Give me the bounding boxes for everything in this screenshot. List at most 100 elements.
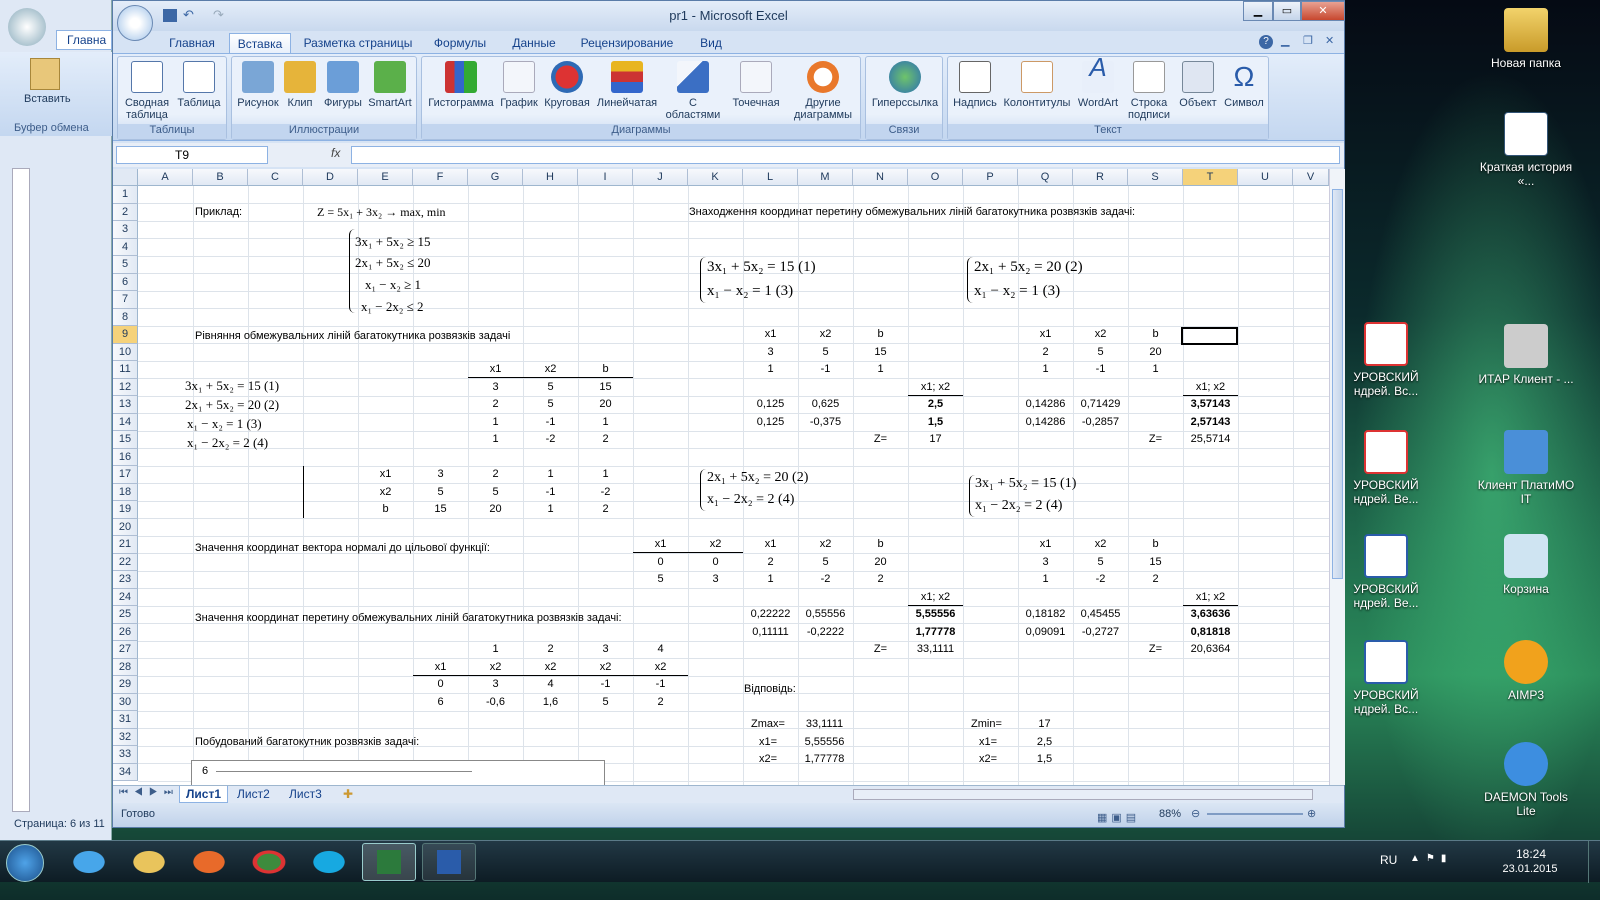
row-header-24[interactable]: 24 xyxy=(113,588,138,606)
cell-r25[interactable]: 0,45455 xyxy=(1073,606,1128,623)
cell-s9[interactable]: b xyxy=(1128,326,1183,343)
row-header-7[interactable]: 7 xyxy=(113,291,138,309)
column-header-k[interactable]: K xyxy=(688,169,743,186)
row-header-11[interactable]: 11 xyxy=(113,361,138,379)
start-button[interactable] xyxy=(6,844,44,882)
cell-s15[interactable]: Z= xyxy=(1128,431,1183,448)
line-chart-button[interactable]: График xyxy=(498,61,540,109)
cell-n22[interactable]: 20 xyxy=(853,554,908,571)
cell-o24[interactable]: x1; x2 xyxy=(908,589,963,606)
cell-i28[interactable]: x2 xyxy=(578,659,633,676)
zoom-slider[interactable] xyxy=(1207,813,1303,815)
cell-q21[interactable]: x1 xyxy=(1018,536,1073,553)
cell-i17[interactable]: 1 xyxy=(578,466,633,483)
cell-h27[interactable]: 2 xyxy=(523,641,578,658)
cell-t27[interactable]: 20,6364 xyxy=(1183,641,1238,658)
sheet-tab-3[interactable]: Лист3 xyxy=(283,786,328,803)
column-header-s[interactable]: S xyxy=(1128,169,1183,186)
worksheet-grid[interactable]: ABCDEFGHIJKLMNOPQRSTUV 1 2 3 4 5 6 7 8 9 10 11 12 13… xyxy=(113,169,1329,785)
column-header-d[interactable]: D xyxy=(303,169,358,186)
ie-icon[interactable] xyxy=(62,843,116,881)
cell-x1a-value[interactable]: 5,55556 xyxy=(797,734,852,751)
language-indicator[interactable]: RU xyxy=(1380,853,1397,867)
cell-o13[interactable]: 2,5 xyxy=(908,396,963,413)
row-header-2[interactable]: 2 xyxy=(113,203,138,221)
recycle-bin-icon[interactable]: Корзина xyxy=(1476,534,1576,596)
row-header-34[interactable]: 34 xyxy=(113,763,138,781)
cell-b21[interactable]: Значення координат вектора нормалі до ці… xyxy=(195,540,490,557)
cell-r23[interactable]: -2 xyxy=(1073,571,1128,588)
cell-o27[interactable]: 33,1111 xyxy=(908,641,963,658)
cell-b2[interactable]: Приклад: xyxy=(195,204,242,221)
picture-button[interactable]: Рисунок xyxy=(236,61,280,109)
cell-i29[interactable]: -1 xyxy=(578,676,633,693)
row-header-5[interactable]: 5 xyxy=(113,256,138,274)
row-header-16[interactable]: 16 xyxy=(113,448,138,466)
vertical-scroll-thumb[interactable] xyxy=(1332,189,1343,579)
ribbon-restore-icon[interactable]: ❐ xyxy=(1303,34,1313,47)
cell-f28[interactable]: x1 xyxy=(413,659,468,676)
chrome-icon[interactable] xyxy=(242,843,296,881)
row-header-18[interactable]: 18 xyxy=(113,483,138,501)
cell-m11[interactable]: -1 xyxy=(798,361,853,378)
cell-r26[interactable]: -0,2727 xyxy=(1073,624,1128,641)
cell-s27[interactable]: Z= xyxy=(1128,641,1183,658)
cell-l25[interactable]: 0,22222 xyxy=(743,606,798,623)
cell-i30[interactable]: 5 xyxy=(578,694,633,711)
cell-zmax-value[interactable]: 33,1111 xyxy=(797,716,852,733)
cell-g17[interactable]: 2 xyxy=(468,466,523,483)
minimize-button[interactable]: ▁ xyxy=(1243,1,1273,21)
tab-data[interactable]: Данные xyxy=(503,33,565,53)
ribbon-minimize-icon[interactable]: ▁ xyxy=(1281,34,1289,47)
cell-m23[interactable]: -2 xyxy=(798,571,853,588)
cell-m21[interactable]: x2 xyxy=(798,536,853,553)
formula-input[interactable] xyxy=(351,146,1340,164)
explorer-icon[interactable] xyxy=(122,843,176,881)
row-header-26[interactable]: 26 xyxy=(113,623,138,641)
cell-g12[interactable]: 3 xyxy=(468,379,523,396)
tab-insert[interactable]: Вставка xyxy=(229,33,291,53)
sheet-tab-2[interactable]: Лист2 xyxy=(231,786,276,803)
cell-zmin-label[interactable]: Zmin= xyxy=(971,716,1002,733)
cell-q10[interactable]: 2 xyxy=(1018,344,1073,361)
cell-q14[interactable]: 0,14286 xyxy=(1018,414,1073,431)
cell-n23[interactable]: 2 xyxy=(853,571,908,588)
header-footer-button[interactable]: Колонтитулы xyxy=(1002,61,1072,109)
cell-n9[interactable]: b xyxy=(853,326,908,343)
cell-m9[interactable]: x2 xyxy=(798,326,853,343)
cell-x2b-value[interactable]: 1,5 xyxy=(1017,751,1072,768)
paste-icon[interactable] xyxy=(30,58,60,90)
desktop-icon-itar[interactable]: ИТАР Клиент - ... xyxy=(1476,324,1576,386)
cell-l23[interactable]: 1 xyxy=(743,571,798,588)
cell-q9[interactable]: x1 xyxy=(1018,326,1073,343)
cell-l29[interactable]: Відповідь: xyxy=(744,681,796,698)
cell-o26[interactable]: 1,77778 xyxy=(908,624,963,641)
cell-t24[interactable]: x1; x2 xyxy=(1183,589,1238,606)
column-header-v[interactable]: V xyxy=(1293,169,1329,186)
cell-j28[interactable]: x2 xyxy=(633,659,688,676)
row-header-33[interactable]: 33 xyxy=(113,746,138,764)
cell-h11[interactable]: x2 xyxy=(523,361,578,378)
signature-line-button[interactable]: Строка подписи xyxy=(1124,61,1174,121)
row-header-21[interactable]: 21 xyxy=(113,536,138,554)
cell-g14[interactable]: 1 xyxy=(468,414,523,431)
cell-m13[interactable]: 0,625 xyxy=(798,396,853,413)
column-header-o[interactable]: O xyxy=(908,169,963,186)
cell-s23[interactable]: 2 xyxy=(1128,571,1183,588)
row-header-6[interactable]: 6 xyxy=(113,273,138,291)
view-buttons[interactable]: ▦▣▤ xyxy=(1097,807,1157,824)
tab-home[interactable]: Главна xyxy=(56,30,112,50)
column-header-m[interactable]: M xyxy=(798,169,853,186)
cell-i12[interactable]: 15 xyxy=(578,379,633,396)
row-header-9[interactable]: 9 xyxy=(113,326,138,344)
row-header-3[interactable]: 3 xyxy=(113,221,138,239)
scatter-chart-button[interactable]: Точечная xyxy=(726,61,786,109)
aimp-icon[interactable]: AIMP3 xyxy=(1476,640,1576,702)
column-header-p[interactable]: P xyxy=(963,169,1018,186)
row-header-31[interactable]: 31 xyxy=(113,711,138,729)
cell-b9[interactable]: Рівняння обмежувальних ліній багатокутни… xyxy=(195,328,510,345)
other-charts-button[interactable]: Другие диаграммы xyxy=(788,61,858,121)
cell-q23[interactable]: 1 xyxy=(1018,571,1073,588)
tab-view[interactable]: Вид xyxy=(691,33,731,53)
tab-review[interactable]: Рецензирование xyxy=(575,33,679,53)
